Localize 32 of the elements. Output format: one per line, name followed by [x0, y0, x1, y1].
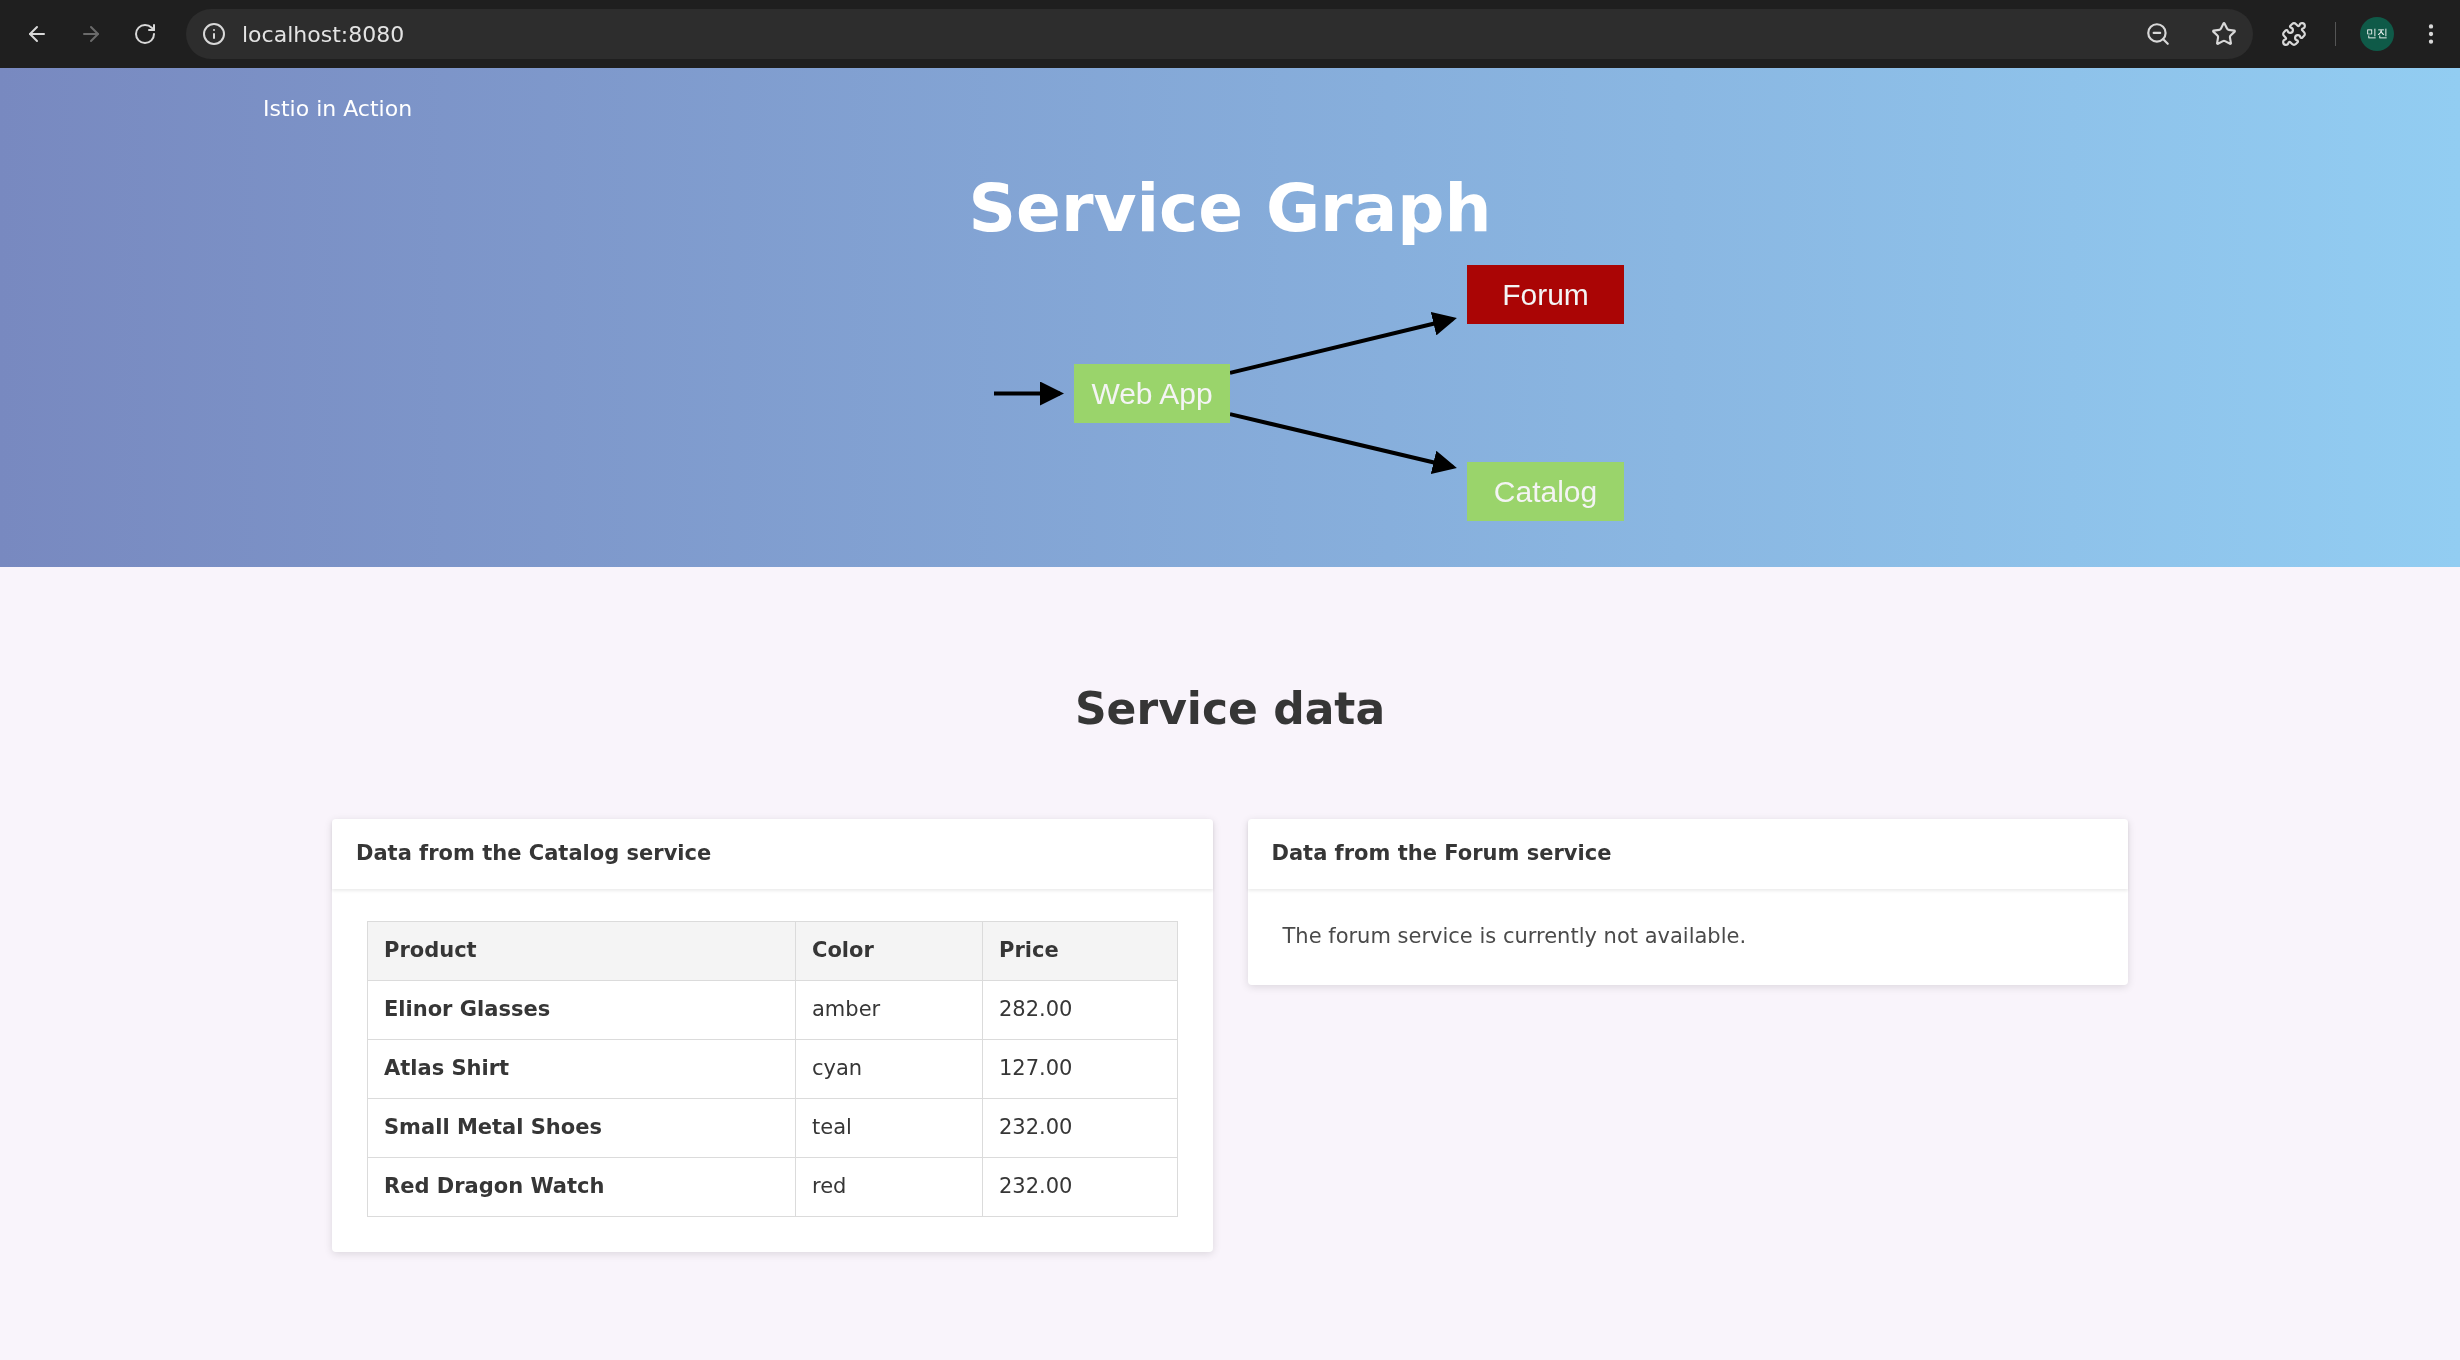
- bookmark-star-icon[interactable]: [2211, 21, 2237, 47]
- section-title: Service data: [1073, 682, 1387, 736]
- extensions-icon[interactable]: [2281, 21, 2307, 47]
- service-node: Forum: [1467, 265, 1624, 324]
- info-icon[interactable]: [202, 22, 226, 46]
- table-cell: Atlas Shirt: [367, 1039, 796, 1099]
- page-title: Service Graph: [967, 169, 1493, 249]
- table-cell: 282.00: [982, 980, 1177, 1040]
- table-cell: 232.00: [982, 1098, 1177, 1158]
- column-header: Product: [367, 921, 796, 981]
- table-cell: amber: [795, 980, 983, 1040]
- table-cell: Elinor Glasses: [367, 980, 796, 1040]
- table-cell: red: [795, 1157, 983, 1217]
- table-cell: cyan: [795, 1039, 983, 1099]
- card-title: Data from the Catalog service: [356, 840, 712, 868]
- profile-avatar[interactable]: 민진: [2360, 17, 2394, 51]
- status-message: The forum service is currently not available.: [1282, 923, 1748, 950]
- service-node: Catalog: [1467, 462, 1624, 521]
- card-title: Data from the Forum service: [1271, 840, 1612, 868]
- table-cell: Red Dragon Watch: [367, 1157, 796, 1217]
- column-header: Price: [982, 921, 1177, 981]
- table-cell: 127.00: [982, 1039, 1177, 1099]
- table-cell: teal: [795, 1098, 983, 1158]
- table-cell: 232.00: [982, 1157, 1177, 1217]
- column-header: Color: [795, 921, 983, 981]
- table-cell: Small Metal Shoes: [367, 1098, 796, 1158]
- reload-icon[interactable]: [133, 22, 157, 46]
- zoom-icon[interactable]: [2145, 21, 2171, 47]
- service-node: Web App: [1074, 364, 1230, 423]
- url-text: localhost:8080: [242, 20, 405, 49]
- address-bar[interactable]: localhost:8080: [186, 9, 2253, 59]
- arrow: [994, 381, 1064, 406]
